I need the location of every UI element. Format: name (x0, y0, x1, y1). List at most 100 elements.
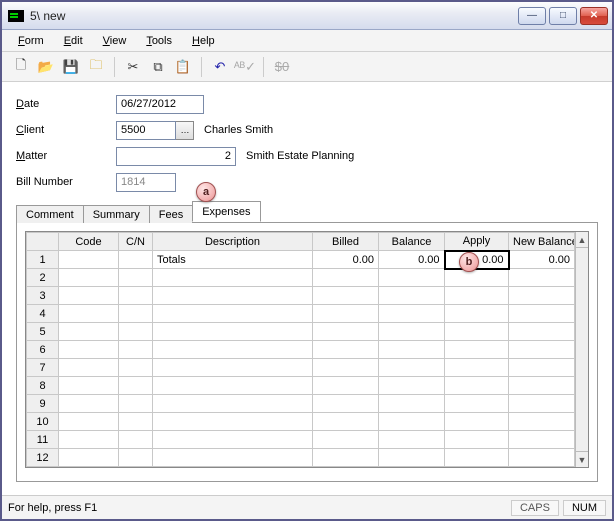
maximize-button[interactable]: □ (549, 7, 577, 25)
cell-cn[interactable] (119, 449, 153, 467)
table-row[interactable]: 6 (27, 341, 575, 359)
cell-newbal[interactable] (509, 359, 575, 377)
cell-cn[interactable] (119, 287, 153, 305)
cell-code[interactable] (59, 305, 119, 323)
menu-form[interactable]: FFormorm (10, 33, 52, 49)
cell-balance[interactable] (379, 377, 445, 395)
cell-code[interactable] (59, 359, 119, 377)
cell-cn[interactable] (119, 395, 153, 413)
cell-cn[interactable] (119, 431, 153, 449)
cell-code[interactable] (59, 269, 119, 287)
cell-cn[interactable] (119, 251, 153, 269)
col-description[interactable]: Description (153, 233, 313, 251)
folder-icon[interactable]: 🗀 (85, 56, 107, 78)
cell-cn[interactable] (119, 305, 153, 323)
cell-newbal[interactable] (509, 413, 575, 431)
client-code-input[interactable] (116, 121, 176, 140)
cell-apply[interactable] (445, 341, 509, 359)
cell-apply[interactable] (445, 323, 509, 341)
table-row[interactable]: 2 (27, 269, 575, 287)
undo-icon[interactable]: ↶ (209, 56, 231, 78)
table-row[interactable]: 10 (27, 413, 575, 431)
date-input[interactable] (116, 95, 204, 114)
menu-tools[interactable]: Tools (138, 33, 180, 49)
cell-billed[interactable] (313, 431, 379, 449)
table-row[interactable]: 5 (27, 323, 575, 341)
open-icon[interactable]: 📂 (35, 56, 57, 78)
cell-cn[interactable] (119, 341, 153, 359)
cell-desc[interactable] (153, 395, 313, 413)
cell-billed[interactable] (313, 305, 379, 323)
cell-balance[interactable] (379, 413, 445, 431)
cell-code[interactable] (59, 431, 119, 449)
menu-help[interactable]: Help (184, 33, 223, 49)
table-row[interactable]: 11 (27, 431, 575, 449)
cell-newbal[interactable]: 0.00 (509, 251, 575, 269)
cell-cn[interactable] (119, 323, 153, 341)
cell-billed[interactable] (313, 323, 379, 341)
scroll-down-icon[interactable]: ▼ (576, 451, 588, 467)
cell-billed[interactable] (313, 269, 379, 287)
menu-view[interactable]: View (95, 33, 135, 49)
cell-code[interactable] (59, 413, 119, 431)
client-lookup-button[interactable]: … (176, 121, 194, 140)
col-newbalance[interactable]: New Balance (509, 233, 575, 251)
table-row[interactable]: 3 (27, 287, 575, 305)
cell-newbal[interactable] (509, 341, 575, 359)
cell-desc[interactable] (153, 341, 313, 359)
table-row[interactable]: 9 (27, 395, 575, 413)
cell-code[interactable] (59, 377, 119, 395)
cut-icon[interactable]: ✂ (122, 56, 144, 78)
cell-desc[interactable] (153, 413, 313, 431)
cell-desc[interactable] (153, 287, 313, 305)
copy-icon[interactable]: ⧉ (147, 56, 169, 78)
col-cn[interactable]: C/N (119, 233, 153, 251)
tab-fees[interactable]: Fees (149, 205, 193, 223)
cell-cn[interactable] (119, 377, 153, 395)
cell-balance[interactable] (379, 305, 445, 323)
matter-input[interactable] (116, 147, 236, 166)
cell-newbal[interactable] (509, 431, 575, 449)
cell-billed[interactable] (313, 449, 379, 467)
billno-input[interactable] (116, 173, 176, 192)
cell-apply[interactable] (445, 449, 509, 467)
cell-billed[interactable] (313, 395, 379, 413)
cell-billed[interactable] (313, 359, 379, 377)
cell-apply[interactable] (445, 377, 509, 395)
cell-balance[interactable] (379, 359, 445, 377)
tab-comment[interactable]: Comment (16, 205, 84, 223)
cell-billed[interactable] (313, 377, 379, 395)
cell-desc[interactable] (153, 323, 313, 341)
cell-billed[interactable] (313, 413, 379, 431)
scroll-up-icon[interactable]: ▲ (576, 232, 588, 248)
cell-balance[interactable] (379, 323, 445, 341)
col-apply[interactable]: Apply (445, 233, 509, 251)
cell-balance[interactable] (379, 287, 445, 305)
cell-apply[interactable] (445, 287, 509, 305)
col-code[interactable]: Code (59, 233, 119, 251)
cell-code[interactable] (59, 449, 119, 467)
tab-expenses[interactable]: Expenses (192, 201, 260, 222)
cell-code[interactable] (59, 251, 119, 269)
cell-balance[interactable] (379, 395, 445, 413)
cell-apply[interactable] (445, 413, 509, 431)
cell-apply[interactable] (445, 305, 509, 323)
cell-desc[interactable] (153, 449, 313, 467)
table-row[interactable]: 4 (27, 305, 575, 323)
save-icon[interactable]: 💾 (60, 56, 82, 78)
cell-billed[interactable] (313, 287, 379, 305)
cell-desc[interactable] (153, 431, 313, 449)
cell-newbal[interactable] (509, 449, 575, 467)
cell-desc[interactable] (153, 377, 313, 395)
cell-apply[interactable] (445, 395, 509, 413)
grid-scrollbar[interactable]: ▲ ▼ (575, 232, 588, 467)
cell-balance[interactable] (379, 431, 445, 449)
cell-desc[interactable] (153, 359, 313, 377)
col-balance[interactable]: Balance (379, 233, 445, 251)
cell-code[interactable] (59, 323, 119, 341)
cell-cn[interactable] (119, 359, 153, 377)
table-row[interactable]: 8 (27, 377, 575, 395)
cell-balance[interactable] (379, 341, 445, 359)
new-icon[interactable]: 🗋 (10, 56, 32, 78)
col-billed[interactable]: Billed (313, 233, 379, 251)
